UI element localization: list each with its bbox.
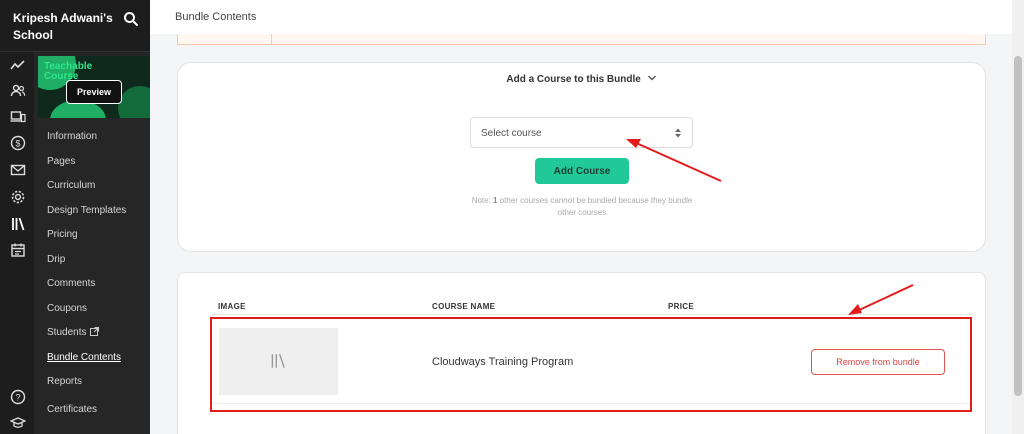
add-course-button[interactable]: Add Course [535, 158, 629, 184]
school-header: Kripesh Adwani's School [0, 0, 150, 52]
nav-item-design-templates[interactable]: Design Templates [47, 203, 126, 219]
school-name[interactable]: Kripesh Adwani's School [13, 10, 113, 44]
trend-icon[interactable] [9, 56, 27, 74]
table-row-course-name: Cloudways Training Program [432, 356, 574, 368]
nav-item-comments[interactable]: Comments [47, 276, 95, 292]
notice-divider [271, 34, 272, 44]
thumb-decoration [118, 86, 150, 118]
header-divider [212, 314, 972, 315]
course-thumbnail: Teachable Course Preview [38, 56, 150, 118]
external-link-icon [90, 326, 100, 342]
page-title: Bundle Contents [175, 11, 257, 23]
scrollbar-thumb[interactable] [1014, 56, 1022, 396]
select-arrows-icon [675, 128, 681, 138]
course-select-value: Select course [481, 128, 542, 139]
course-select[interactable]: Select course [470, 117, 693, 148]
column-header-image: IMAGE [218, 302, 246, 311]
gear-icon[interactable] [9, 188, 27, 206]
bundle-note: Note: 1 other courses cannot be bundled … [466, 195, 698, 219]
library-icon[interactable] [9, 215, 27, 233]
chevron-down-icon [644, 74, 657, 85]
library-icon [271, 354, 285, 368]
nav-item-information[interactable]: Information [47, 129, 97, 145]
bundle-note-text: other courses cannot be bundled because … [497, 196, 693, 217]
nav-item-drip[interactable]: Drip [47, 252, 65, 268]
nav-item-curriculum[interactable]: Curriculum [47, 178, 95, 194]
row-divider [212, 403, 972, 404]
graduation-cap-icon[interactable] [9, 414, 27, 432]
devices-icon[interactable] [9, 108, 27, 126]
add-course-heading[interactable]: Add a Course to this Bundle [177, 74, 986, 85]
search-icon[interactable] [122, 10, 140, 28]
column-header-price: PRICE [668, 302, 694, 311]
svg-text:?: ? [15, 393, 20, 403]
svg-text:$: $ [15, 139, 20, 149]
nav-item-pages[interactable]: Pages [47, 154, 75, 170]
nav-item-pricing[interactable]: Pricing [47, 227, 78, 243]
thumb-title: Teachable Course [44, 61, 93, 82]
help-icon[interactable]: ? [9, 388, 27, 406]
nav-item-bundle-contents[interactable]: Bundle Contents [47, 350, 121, 366]
course-image-placeholder [219, 328, 338, 395]
bundle-note-prefix: Note: [471, 196, 494, 205]
nav-item-students-label: Students [47, 327, 87, 338]
column-header-course-name: COURSE NAME [432, 302, 496, 311]
users-icon[interactable] [9, 82, 27, 100]
remove-from-bundle-button[interactable]: Remove from bundle [811, 349, 945, 375]
add-course-heading-label: Add a Course to this Bundle [506, 74, 641, 85]
calendar-icon[interactable] [9, 241, 27, 259]
dollar-icon[interactable]: $ [9, 134, 27, 152]
nav-item-coupons[interactable]: Coupons [47, 301, 87, 317]
add-course-card [177, 62, 986, 252]
preview-button[interactable]: Preview [66, 80, 122, 104]
nav-item-certificates[interactable]: Certificates [47, 402, 97, 418]
scrollbar[interactable] [1012, 0, 1024, 434]
nav-item-reports[interactable]: Reports [47, 374, 82, 390]
nav-item-students[interactable]: Students [47, 325, 100, 342]
top-bar: Bundle Contents [150, 0, 1012, 34]
notice-strip [177, 34, 986, 45]
mail-icon[interactable] [9, 161, 27, 179]
